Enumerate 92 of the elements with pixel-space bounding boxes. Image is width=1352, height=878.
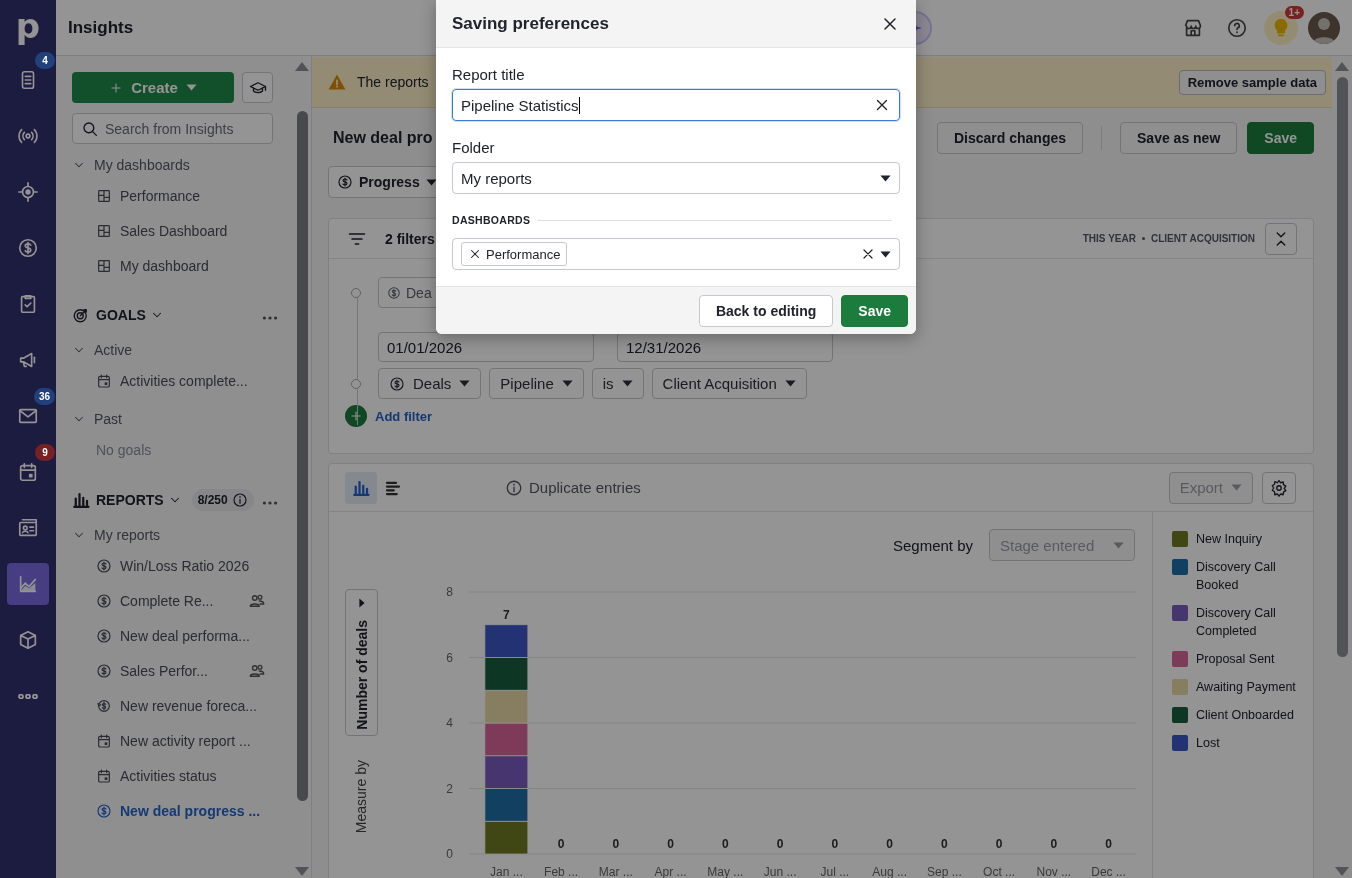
count-badge: 4 bbox=[35, 52, 55, 69]
filter-count: 2 filters bbox=[385, 230, 435, 247]
filter-dropdown[interactable]: Client Acquisition bbox=[651, 368, 807, 399]
value-label: 0 bbox=[831, 837, 839, 851]
section-toggle[interactable]: REPORTS bbox=[96, 492, 182, 508]
axis-tick-label: 6 bbox=[446, 650, 453, 665]
axis-tick-label: 2 bbox=[446, 781, 453, 796]
folder-dropdown[interactable]: My reports bbox=[452, 162, 900, 194]
group-toggle[interactable]: Past bbox=[72, 406, 122, 432]
sidebar-item[interactable]: Performance bbox=[72, 187, 272, 204]
legend-label: Client Onboarded bbox=[1196, 707, 1294, 724]
legend-label: Proposal Sent bbox=[1196, 651, 1275, 668]
legend-label: Awaiting Payment bbox=[1196, 679, 1296, 696]
report-title-field[interactable]: Pipeline Statistics bbox=[452, 89, 900, 121]
value-label: 0 bbox=[1105, 837, 1112, 851]
sidebar-item[interactable]: New revenue foreca... bbox=[72, 697, 272, 714]
value-label: 0 bbox=[776, 837, 784, 851]
value-label: 0 bbox=[1050, 837, 1058, 851]
remove-sample-button[interactable]: Remove sample data bbox=[1178, 69, 1326, 95]
dialog-title: Saving preferences bbox=[452, 13, 610, 34]
value-label: 0 bbox=[886, 837, 893, 851]
report-count: 8/250 bbox=[197, 493, 228, 507]
measure-dropdown[interactable]: Number of deals bbox=[345, 589, 378, 736]
axis-tick-label: Jan ... bbox=[490, 865, 523, 878]
axis-tick-label: Feb ... bbox=[544, 865, 579, 878]
axis-tick-label: 4 bbox=[446, 716, 453, 730]
axis-tick-label: Apr ... bbox=[654, 865, 687, 878]
action-button[interactable]: Discard changes bbox=[936, 122, 1083, 154]
save-button[interactable]: Save bbox=[1247, 122, 1314, 154]
save-button[interactable]: Save bbox=[841, 294, 908, 327]
sidebar-item[interactable]: Sales Perfor... bbox=[72, 662, 248, 679]
field-label: Report title bbox=[452, 66, 526, 83]
legend-label: Discovery Call Completed bbox=[1196, 605, 1277, 640]
sidebar-item[interactable]: New deal performa... bbox=[72, 627, 272, 644]
notification-badge: 1+ bbox=[1284, 5, 1304, 19]
segment-by-label: Segment by bbox=[892, 536, 973, 554]
legend-label: New Inquiry bbox=[1196, 531, 1262, 548]
dashboards-field[interactable]: Performance bbox=[452, 238, 900, 270]
value-label: 0 bbox=[941, 837, 948, 851]
sidebar-item[interactable]: Activities complete... bbox=[72, 372, 272, 389]
axis-tick-label: Mar ... bbox=[598, 865, 633, 878]
duplicate-entries-label: Duplicate entries bbox=[529, 479, 641, 496]
axis-tick-label: Aug ... bbox=[872, 865, 907, 878]
group-toggle[interactable]: Active bbox=[72, 337, 133, 363]
axis-tick-label: 0 bbox=[446, 847, 453, 861]
group-toggle[interactable]: My reports bbox=[72, 522, 161, 548]
page-title: Insights bbox=[68, 17, 134, 38]
filter-dropdown[interactable]: is bbox=[591, 368, 644, 399]
action-button[interactable]: Save as new bbox=[1120, 122, 1238, 154]
sidebar-item[interactable]: My dashboard bbox=[72, 257, 272, 274]
value-label: 7 bbox=[503, 607, 510, 622]
field-label: Folder bbox=[452, 139, 496, 156]
axis-tick-label: Nov ... bbox=[1036, 865, 1072, 878]
axis-tick-label: Dec ... bbox=[1091, 865, 1126, 878]
empty-text: No goals bbox=[95, 441, 153, 460]
search-field[interactable]: Search from Insights bbox=[72, 113, 273, 144]
report-title: New deal pro bbox=[333, 129, 433, 147]
app-logo[interactable]: p bbox=[15, 6, 41, 52]
filter-summary: THIS YEAR bbox=[1082, 233, 1136, 244]
value-label: 0 bbox=[612, 837, 620, 851]
back-button[interactable]: Back to editing bbox=[698, 294, 834, 327]
value-label: 0 bbox=[667, 837, 674, 851]
legend-label: Lost bbox=[1196, 735, 1220, 752]
banner-text: The reports bbox=[357, 74, 429, 90]
filter-summary: CLIENT ACQUISITION bbox=[1150, 233, 1255, 244]
measure-by-label: Measure by bbox=[353, 760, 369, 834]
sidebar-item[interactable]: Complete Re... bbox=[72, 592, 248, 609]
axis-tick-label: Oct ... bbox=[983, 865, 1016, 878]
sidebar-item[interactable]: Win/Loss Ratio 2026 bbox=[72, 557, 272, 574]
sidebar-item[interactable]: Activities status bbox=[72, 767, 272, 784]
legend-label: Discovery Call Booked bbox=[1196, 559, 1277, 594]
filter-dropdown[interactable]: Pipeline bbox=[489, 368, 584, 399]
section-label: DASHBOARDS bbox=[452, 214, 531, 226]
section-toggle[interactable]: GOALS bbox=[96, 307, 164, 323]
value-label: 0 bbox=[722, 837, 729, 851]
add-filter-link[interactable]: Add filter bbox=[375, 408, 433, 424]
tag-label: Performance bbox=[486, 246, 561, 262]
count-badge: 9 bbox=[35, 444, 55, 461]
axis-tick-label: Jun ... bbox=[763, 865, 797, 878]
count-badge: 36 bbox=[33, 388, 55, 405]
value-label: 0 bbox=[557, 837, 565, 851]
filter-dropdown[interactable]: Deals bbox=[378, 368, 482, 399]
axis-tick-label: Sep ... bbox=[927, 865, 962, 878]
sidebar-item[interactable]: New activity report ... bbox=[72, 732, 272, 749]
axis-tick-label: May ... bbox=[707, 865, 744, 878]
value-label: 0 bbox=[995, 837, 1003, 851]
create-button[interactable]: Create bbox=[72, 72, 234, 103]
sidebar-item[interactable]: New deal progress ... bbox=[72, 802, 272, 819]
sidebar-item[interactable]: Sales Dashboard bbox=[72, 222, 272, 239]
axis-tick-label: Jul ... bbox=[820, 865, 850, 878]
axis-tick-label: 8 bbox=[446, 585, 453, 599]
group-toggle[interactable]: My dashboards bbox=[72, 152, 190, 178]
